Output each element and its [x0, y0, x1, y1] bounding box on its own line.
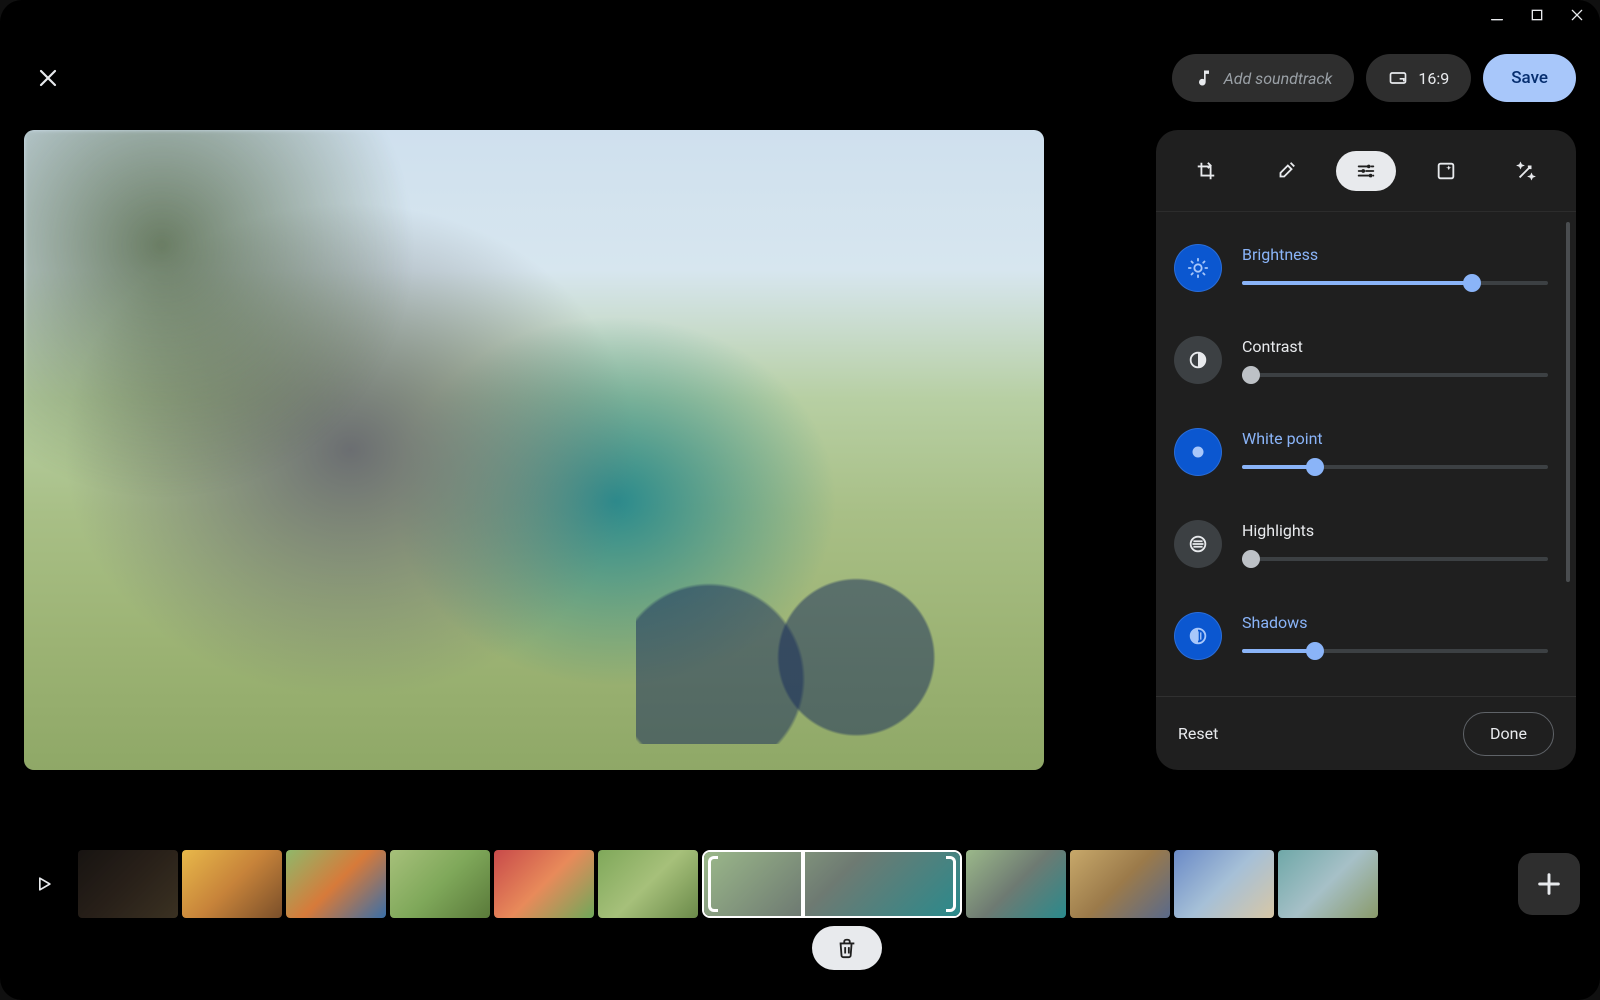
- close-icon: [1569, 7, 1585, 23]
- minimize-button[interactable]: [1488, 6, 1506, 24]
- adjust-label: White point: [1242, 429, 1548, 448]
- tools-icon: [1275, 160, 1297, 182]
- filters-icon: [1435, 160, 1457, 182]
- aspect-ratio-icon: [1388, 68, 1408, 88]
- adjust-label: Contrast: [1242, 337, 1548, 356]
- adjust-body: White point: [1242, 429, 1548, 476]
- timeline: [0, 842, 1600, 926]
- adjust-body: Highlights: [1242, 521, 1548, 568]
- adjust-scroll: Brightness Contrast White point Highlights S…: [1156, 212, 1576, 696]
- timeline-thumb[interactable]: [286, 850, 386, 918]
- thumb-image: [704, 852, 960, 916]
- thumb-image: [78, 850, 178, 918]
- brightness-slider[interactable]: [1242, 274, 1548, 292]
- whitepoint-slider[interactable]: [1242, 458, 1548, 476]
- adjust-body: Shadows: [1242, 613, 1548, 660]
- tab-filters[interactable]: [1416, 151, 1476, 191]
- thumb-image: [182, 850, 282, 918]
- maximize-icon: [1529, 7, 1545, 23]
- play-icon: [34, 874, 54, 894]
- tab-adjust[interactable]: [1336, 151, 1396, 191]
- timeline-thumb[interactable]: [494, 850, 594, 918]
- adjust-row-highlights: Highlights: [1174, 498, 1548, 590]
- preview-image: [24, 130, 1044, 770]
- video-preview[interactable]: [24, 130, 1044, 770]
- thumb-image: [598, 850, 698, 918]
- adjust-row-whitepoint: White point: [1174, 406, 1548, 498]
- trim-handle-right[interactable]: [946, 856, 956, 912]
- editor-header: Add soundtrack 16:9 Save: [0, 48, 1600, 108]
- adjust-body: Contrast: [1242, 337, 1548, 384]
- shadows-slider[interactable]: [1242, 642, 1548, 660]
- adjust-label: Brightness: [1242, 245, 1548, 264]
- aspect-ratio-button[interactable]: 16:9: [1366, 54, 1471, 102]
- tool-tabs: [1156, 130, 1576, 212]
- done-label: Done: [1490, 724, 1527, 743]
- thumb-strip[interactable]: [78, 848, 1502, 920]
- adjust-row-shadows: Shadows: [1174, 590, 1548, 682]
- thumb-image: [1070, 850, 1170, 918]
- adjust-row-brightness: Brightness: [1174, 222, 1548, 314]
- tab-crop[interactable]: [1176, 151, 1236, 191]
- add-soundtrack-button[interactable]: Add soundtrack: [1172, 54, 1355, 102]
- add-clip-button[interactable]: [1518, 853, 1580, 915]
- soundtrack-label: Add soundtrack: [1224, 69, 1333, 88]
- adjust-list: Brightness Contrast White point Highlights S…: [1156, 212, 1576, 692]
- thumb-image: [286, 850, 386, 918]
- timeline-thumb[interactable]: [1070, 850, 1170, 918]
- adjust-body: Brightness: [1242, 245, 1548, 292]
- save-button[interactable]: Save: [1483, 54, 1576, 102]
- panel-scrollbar[interactable]: [1566, 222, 1570, 582]
- contrast-slider[interactable]: [1242, 366, 1548, 384]
- adjust-sliders-icon: [1355, 160, 1377, 182]
- timeline-thumb[interactable]: [1174, 850, 1274, 918]
- thumb-image: [390, 850, 490, 918]
- thumb-image: [1278, 850, 1378, 918]
- save-label: Save: [1511, 68, 1548, 88]
- timeline-thumb[interactable]: [702, 850, 962, 918]
- thumb-image: [494, 850, 594, 918]
- contrast-icon[interactable]: [1174, 336, 1222, 384]
- adjustments-panel: Brightness Contrast White point Highlights S…: [1156, 130, 1576, 770]
- whitepoint-icon[interactable]: [1174, 428, 1222, 476]
- timeline-thumb[interactable]: [598, 850, 698, 918]
- magic-wand-icon: [1515, 160, 1537, 182]
- window-controls: [1488, 6, 1586, 24]
- thumb-image: [1174, 850, 1274, 918]
- maximize-button[interactable]: [1528, 6, 1546, 24]
- done-button[interactable]: Done: [1463, 712, 1554, 756]
- timeline-thumb[interactable]: [1278, 850, 1378, 918]
- playhead[interactable]: [801, 850, 805, 918]
- thumb-image: [966, 850, 1066, 918]
- reset-label: Reset: [1178, 724, 1218, 743]
- shadows-icon[interactable]: [1174, 612, 1222, 660]
- adjust-label: Highlights: [1242, 521, 1548, 540]
- close-editor-button[interactable]: [24, 54, 72, 102]
- minimize-icon: [1489, 7, 1505, 23]
- brightness-icon[interactable]: [1174, 244, 1222, 292]
- close-icon: [36, 66, 60, 90]
- tab-tools[interactable]: [1256, 151, 1316, 191]
- aspect-ratio-value: 16:9: [1418, 69, 1449, 88]
- timeline-thumb[interactable]: [390, 850, 490, 918]
- window-close-button[interactable]: [1568, 6, 1586, 24]
- play-button[interactable]: [20, 860, 68, 908]
- tab-magic[interactable]: [1496, 151, 1556, 191]
- highlights-slider[interactable]: [1242, 550, 1548, 568]
- timeline-thumb[interactable]: [182, 850, 282, 918]
- highlights-icon[interactable]: [1174, 520, 1222, 568]
- adjust-label: Shadows: [1242, 613, 1548, 632]
- reset-button[interactable]: Reset: [1178, 724, 1218, 743]
- trash-icon: [836, 937, 858, 959]
- timeline-thumb[interactable]: [78, 850, 178, 918]
- app-frame: Add soundtrack 16:9 Save: [0, 0, 1600, 1000]
- timeline-thumb[interactable]: [966, 850, 1066, 918]
- panel-footer: Reset Done: [1156, 696, 1576, 770]
- delete-clip-button[interactable]: [812, 926, 882, 970]
- trim-handle-left[interactable]: [708, 856, 718, 912]
- adjust-row-contrast: Contrast: [1174, 314, 1548, 406]
- music-note-icon: [1194, 68, 1214, 88]
- crop-rotate-icon: [1195, 160, 1217, 182]
- plus-icon: [1535, 870, 1563, 898]
